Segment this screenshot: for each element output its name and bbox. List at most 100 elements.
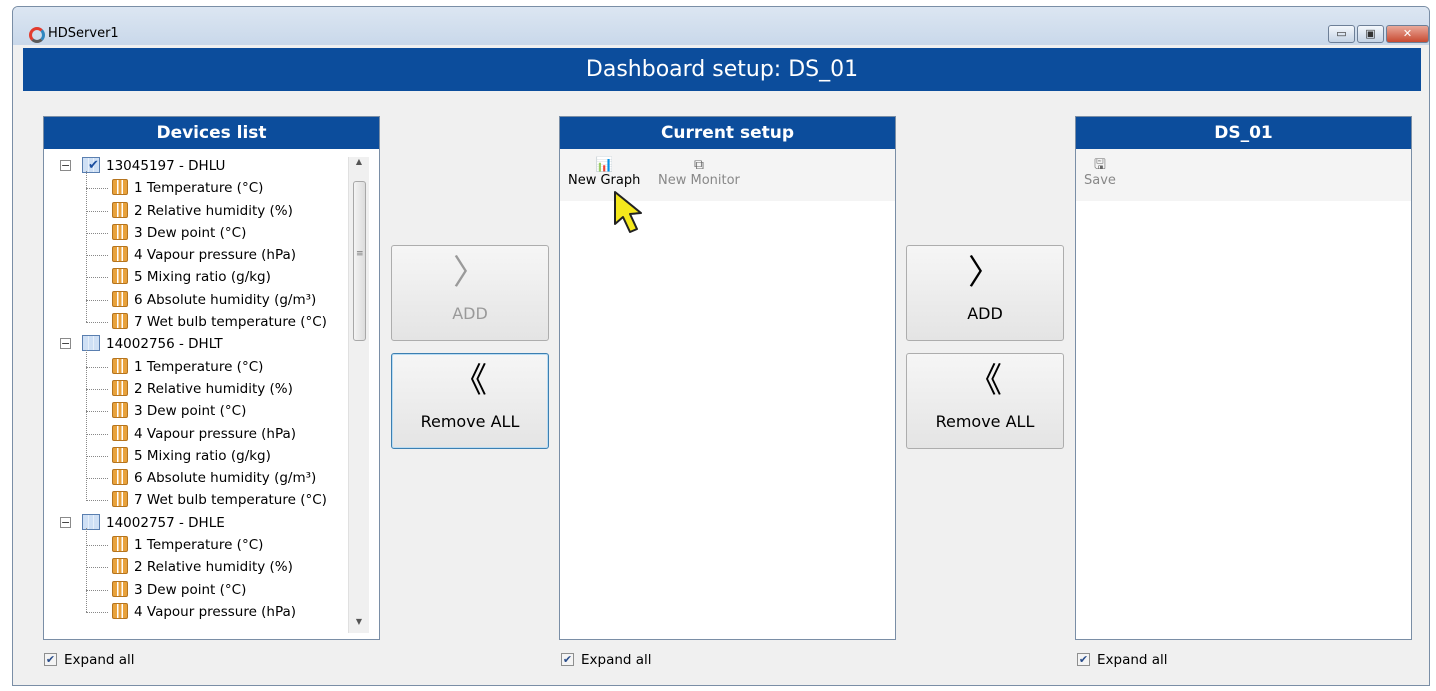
collapse-toggle-icon[interactable]: − xyxy=(60,516,71,528)
channel-node[interactable]: 7 Wet bulb temperature (°C) xyxy=(54,489,354,511)
channel-icon xyxy=(112,424,128,441)
window-title: HDServer1 xyxy=(48,26,119,41)
tree-connector xyxy=(86,455,108,457)
collapse-toggle-icon[interactable]: − xyxy=(60,160,71,171)
channel-icon xyxy=(112,268,128,285)
channel-node[interactable]: 5 Mixing ratio (g/kg) xyxy=(54,445,354,467)
remove-all-current-button[interactable]: 《 Remove ALL xyxy=(391,353,549,449)
device-node[interactable]: − 14002757 - DHLE xyxy=(54,512,354,534)
new-graph-button[interactable]: 📊 New Graph xyxy=(568,157,640,188)
channel-node[interactable]: 4 Vapour pressure (hPa) xyxy=(54,423,354,445)
ds-panel: DS_01 🖫 Save xyxy=(1075,116,1412,640)
devices-list-title: Devices list xyxy=(44,117,379,149)
channel-label: 4 Vapour pressure (hPa) xyxy=(134,603,297,620)
tree-connector xyxy=(86,210,108,212)
expand-all-label: Expand all xyxy=(581,652,652,668)
channel-icon xyxy=(112,223,128,240)
graph-icon: 📊 xyxy=(595,157,613,173)
channel-label: 6 Absolute humidity (g/m³) xyxy=(134,470,317,487)
device-node[interactable]: − 13045197 - DHLU xyxy=(54,155,354,177)
channel-icon xyxy=(112,379,128,396)
grip-icon: ≡ xyxy=(356,249,364,259)
close-button[interactable]: ✕ xyxy=(1386,25,1429,43)
title-bar[interactable]: HDServer1 ▭ ▣ ✕ xyxy=(13,7,1429,45)
save-icon: 🖫 xyxy=(1093,157,1106,173)
tree-connector xyxy=(86,567,108,569)
page-title: Dashboard setup: DS_01 xyxy=(23,48,1421,91)
devices-tree[interactable]: − 13045197 - DHLU 1 Temperature (°C) 2 Rela… xyxy=(54,155,354,635)
channel-node[interactable]: 7 Wet bulb temperature (°C) xyxy=(54,311,354,333)
tree-connector xyxy=(86,478,108,480)
expand-all-checkbox[interactable]: ✔ xyxy=(44,653,57,666)
double-chevron-left-icon: 《 xyxy=(453,361,487,401)
channel-node[interactable]: 2 Relative humidity (%) xyxy=(54,378,354,400)
expand-all-label: Expand all xyxy=(64,652,135,668)
channel-label: 3 Dew point (°C) xyxy=(134,403,247,420)
collapse-toggle-icon[interactable]: − xyxy=(60,338,71,350)
channel-node[interactable]: 5 Mixing ratio (g/kg) xyxy=(54,266,354,288)
channel-icon xyxy=(112,602,128,619)
scroll-down-arrow-icon[interactable]: ▼ xyxy=(349,617,369,633)
device-label: 14002756 - DHLT xyxy=(106,336,223,353)
channel-node[interactable]: 3 Dew point (°C) xyxy=(54,222,354,244)
add-to-dashboard-button[interactable]: 〉 ADD xyxy=(906,245,1064,341)
channel-label: 1 Temperature (°C) xyxy=(134,537,264,554)
channel-node[interactable]: 3 Dew point (°C) xyxy=(54,400,354,422)
minimize-button[interactable]: ▭ xyxy=(1328,25,1355,43)
device-node[interactable]: − 14002756 - DHLT xyxy=(54,333,354,355)
maximize-button[interactable]: ▣ xyxy=(1357,25,1384,43)
devices-scrollbar[interactable]: ▲ ≡ ▼ xyxy=(348,157,369,633)
monitor-icon: ⧉ xyxy=(693,157,704,173)
add-button-label: ADD xyxy=(452,304,488,323)
current-setup-panel: Current setup 📊 New Graph ⧉ New Monitor xyxy=(559,116,896,640)
channel-icon xyxy=(112,402,128,419)
remove-all-button-label: Remove ALL xyxy=(420,412,520,431)
tree-connector xyxy=(86,589,108,591)
channel-label: 3 Dew point (°C) xyxy=(134,581,247,598)
current-setup-title: Current setup xyxy=(560,117,895,149)
scroll-thumb[interactable]: ≡ xyxy=(353,181,366,341)
double-chevron-left-icon: 《 xyxy=(968,361,1002,401)
channel-icon xyxy=(112,313,128,330)
channel-node[interactable]: 1 Temperature (°C) xyxy=(54,534,354,556)
new-monitor-button[interactable]: ⧉ New Monitor xyxy=(658,157,740,188)
channel-node[interactable]: 1 Temperature (°C) xyxy=(54,356,354,378)
tree-connector xyxy=(86,366,108,368)
channel-label: 2 Relative humidity (%) xyxy=(134,559,293,576)
channel-label: 7 Wet bulb temperature (°C) xyxy=(134,314,327,331)
new-graph-label: New Graph xyxy=(568,173,641,188)
channel-node[interactable]: 4 Vapour pressure (hPa) xyxy=(54,601,354,623)
expand-all-checkbox[interactable]: ✔ xyxy=(1077,653,1090,666)
channel-label: 2 Relative humidity (%) xyxy=(134,380,293,397)
save-button[interactable]: 🖫 Save xyxy=(1084,157,1116,188)
channel-node[interactable]: 3 Dew point (°C) xyxy=(54,579,354,601)
channel-icon xyxy=(112,446,128,463)
device-icon xyxy=(82,513,100,530)
tree-connector xyxy=(86,500,108,502)
channel-icon xyxy=(112,580,128,597)
channel-node[interactable]: 2 Relative humidity (%) xyxy=(54,200,354,222)
channel-icon xyxy=(112,201,128,218)
add-button-label: ADD xyxy=(967,304,1003,323)
channel-label: 4 Vapour pressure (hPa) xyxy=(134,247,297,264)
channel-node[interactable]: 6 Absolute humidity (g/m³) xyxy=(54,467,354,489)
remove-all-dashboard-button[interactable]: 《 Remove ALL xyxy=(906,353,1064,449)
channel-node[interactable]: 1 Temperature (°C) xyxy=(54,177,354,199)
device-label: 13045197 - DHLU xyxy=(106,158,226,174)
scroll-up-arrow-icon[interactable]: ▲ xyxy=(349,157,369,173)
channel-label: 6 Absolute humidity (g/m³) xyxy=(134,291,317,308)
channel-icon xyxy=(112,491,128,508)
expand-all-label: Expand all xyxy=(1097,652,1168,668)
expand-all-checkbox[interactable]: ✔ xyxy=(561,653,574,666)
channel-node[interactable]: 4 Vapour pressure (hPa) xyxy=(54,244,354,266)
tree-connector xyxy=(86,388,108,390)
add-to-current-button[interactable]: 〉 ADD xyxy=(391,245,549,341)
chevron-right-icon: 〉 xyxy=(968,253,1002,293)
channel-label: 7 Wet bulb temperature (°C) xyxy=(134,492,327,509)
app-window: HDServer1 ▭ ▣ ✕ Dashboard setup: DS_01 D… xyxy=(12,6,1430,686)
chevron-right-icon: 〉 xyxy=(453,253,487,293)
channel-node[interactable]: 6 Absolute humidity (g/m³) xyxy=(54,289,354,311)
device-icon xyxy=(82,335,100,352)
channel-node[interactable]: 2 Relative humidity (%) xyxy=(54,556,354,578)
mouse-pointer-icon xyxy=(614,191,642,233)
